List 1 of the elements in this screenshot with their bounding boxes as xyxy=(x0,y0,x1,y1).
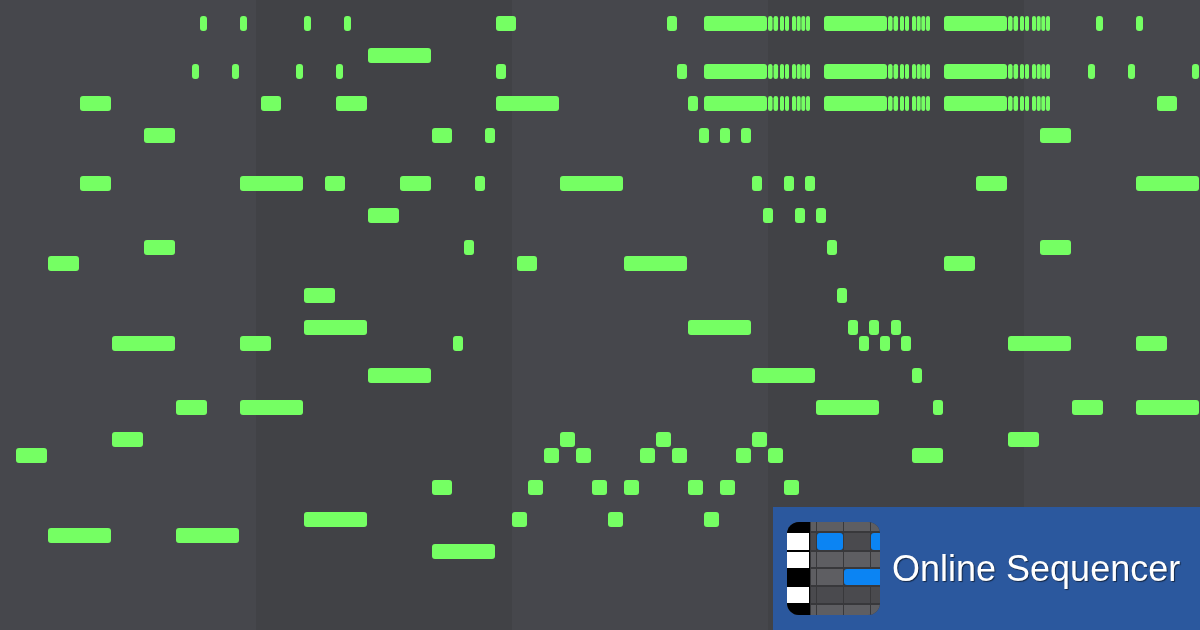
site-title: Online Sequencer xyxy=(892,548,1181,589)
